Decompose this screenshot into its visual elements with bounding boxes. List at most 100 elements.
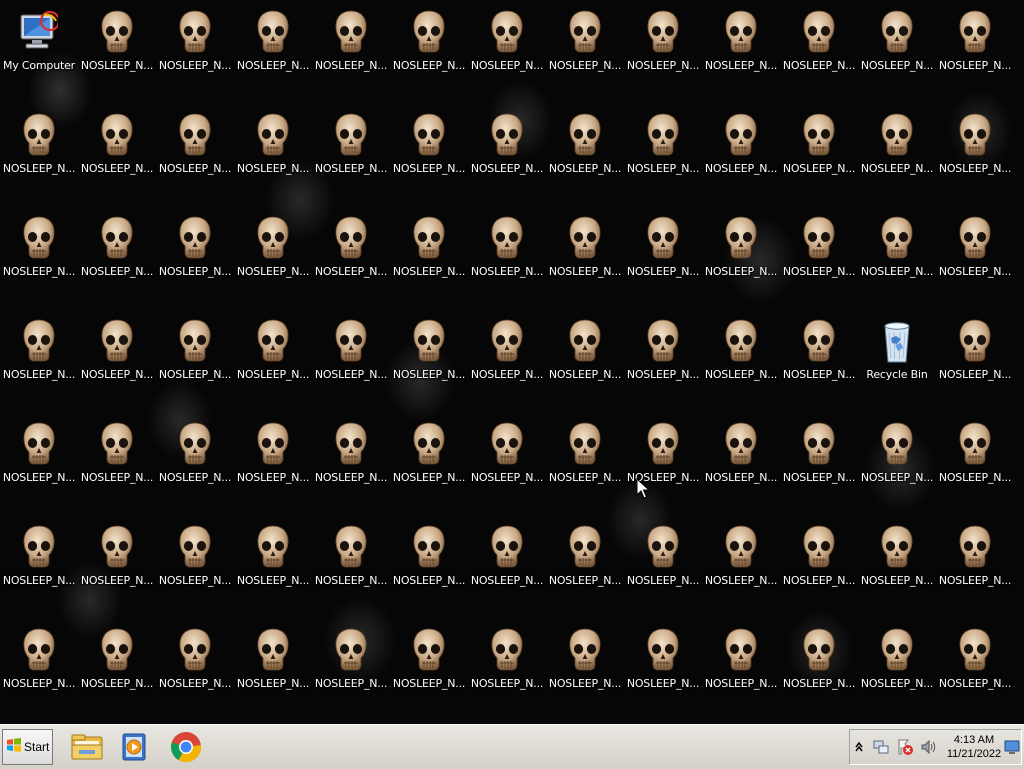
desktop-file-icon[interactable]: NOSLEEP_N...	[468, 106, 546, 196]
desktop-file-icon[interactable]: NOSLEEP_N...	[156, 518, 234, 608]
desktop-file-icon[interactable]: NOSLEEP_N...	[936, 518, 1014, 608]
desktop-file-icon[interactable]: NOSLEEP_N...	[546, 106, 624, 196]
desktop-file-icon[interactable]: NOSLEEP_N...	[234, 106, 312, 196]
desktop-file-icon[interactable]: NOSLEEP_N...	[936, 312, 1014, 402]
desktop-file-icon[interactable]: NOSLEEP_N...	[858, 209, 936, 299]
desktop-file-icon[interactable]: NOSLEEP_N...	[624, 209, 702, 299]
desktop-file-icon[interactable]: NOSLEEP_N...	[468, 415, 546, 505]
desktop-file-icon[interactable]: NOSLEEP_N...	[780, 312, 858, 402]
desktop-file-icon[interactable]: NOSLEEP_N...	[546, 312, 624, 402]
desktop-file-icon[interactable]: NOSLEEP_N...	[390, 106, 468, 196]
desktop-file-icon[interactable]: NOSLEEP_N...	[468, 312, 546, 402]
desktop-file-icon[interactable]: NOSLEEP_N...	[702, 209, 780, 299]
desktop-file-icon[interactable]: NOSLEEP_N...	[546, 621, 624, 711]
desktop-file-icon[interactable]: NOSLEEP_N...	[780, 518, 858, 608]
taskbar-file-explorer[interactable]	[69, 730, 105, 764]
desktop-file-icon[interactable]: NOSLEEP_N...	[0, 415, 78, 505]
desktop[interactable]: My Computer NOSLEEP_N... NOSLEEP_N... NOSLE…	[0, 0, 1024, 724]
desktop-file-icon[interactable]: NOSLEEP_N...	[702, 621, 780, 711]
desktop-file-icon[interactable]: NOSLEEP_N...	[780, 621, 858, 711]
desktop-file-icon[interactable]: NOSLEEP_N...	[0, 106, 78, 196]
desktop-file-icon[interactable]: NOSLEEP_N...	[0, 312, 78, 402]
desktop-file-icon[interactable]: NOSLEEP_N...	[468, 621, 546, 711]
desktop-icon-recycle-bin[interactable]: Recycle Bin	[858, 312, 936, 402]
taskbar-chrome[interactable]	[168, 730, 204, 764]
desktop-file-icon[interactable]: NOSLEEP_N...	[702, 3, 780, 93]
desktop-file-icon[interactable]: NOSLEEP_N...	[702, 106, 780, 196]
show-desktop-icon[interactable]	[1004, 739, 1022, 757]
desktop-file-icon[interactable]: NOSLEEP_N...	[156, 3, 234, 93]
desktop-file-icon[interactable]: NOSLEEP_N...	[156, 312, 234, 402]
desktop-file-icon[interactable]: NOSLEEP_N...	[624, 621, 702, 711]
desktop-file-icon[interactable]: NOSLEEP_N...	[702, 312, 780, 402]
desktop-file-icon[interactable]: NOSLEEP_N...	[78, 415, 156, 505]
desktop-file-icon[interactable]: NOSLEEP_N...	[234, 518, 312, 608]
clock-date[interactable]: 11/21/2022	[943, 748, 1005, 760]
desktop-file-icon[interactable]: NOSLEEP_N...	[624, 518, 702, 608]
desktop-file-icon[interactable]: NOSLEEP_N...	[624, 106, 702, 196]
desktop-file-icon[interactable]: NOSLEEP_N...	[0, 518, 78, 608]
desktop-file-icon[interactable]: NOSLEEP_N...	[0, 209, 78, 299]
desktop-file-icon[interactable]: NOSLEEP_N...	[546, 209, 624, 299]
desktop-file-icon[interactable]: NOSLEEP_N...	[858, 3, 936, 93]
desktop-file-icon[interactable]: NOSLEEP_N...	[156, 209, 234, 299]
desktop-file-icon[interactable]: NOSLEEP_N...	[156, 415, 234, 505]
desktop-file-icon[interactable]: NOSLEEP_N...	[546, 3, 624, 93]
desktop-file-icon[interactable]: NOSLEEP_N...	[234, 209, 312, 299]
desktop-file-icon[interactable]: NOSLEEP_N...	[78, 3, 156, 93]
volume-icon[interactable]	[920, 738, 938, 756]
desktop-file-icon[interactable]: NOSLEEP_N...	[312, 518, 390, 608]
desktop-file-icon[interactable]: NOSLEEP_N...	[624, 3, 702, 93]
desktop-file-icon[interactable]: NOSLEEP_N...	[780, 415, 858, 505]
desktop-file-icon[interactable]: NOSLEEP_N...	[312, 415, 390, 505]
desktop-file-icon[interactable]: NOSLEEP_N...	[312, 106, 390, 196]
desktop-file-icon[interactable]: NOSLEEP_N...	[936, 3, 1014, 93]
desktop-file-icon[interactable]: NOSLEEP_N...	[936, 415, 1014, 505]
desktop-file-icon[interactable]: NOSLEEP_N...	[78, 209, 156, 299]
desktop-file-icon[interactable]: NOSLEEP_N...	[468, 3, 546, 93]
desktop-file-icon[interactable]: NOSLEEP_N...	[780, 106, 858, 196]
desktop-file-icon[interactable]: NOSLEEP_N...	[858, 106, 936, 196]
desktop-file-icon[interactable]: NOSLEEP_N...	[936, 209, 1014, 299]
desktop-file-icon[interactable]: NOSLEEP_N...	[234, 3, 312, 93]
desktop-file-icon[interactable]: NOSLEEP_N...	[312, 621, 390, 711]
start-button[interactable]: Start	[2, 729, 53, 765]
desktop-file-icon[interactable]: NOSLEEP_N...	[234, 415, 312, 505]
desktop-file-icon[interactable]: NOSLEEP_N...	[858, 415, 936, 505]
taskbar-media-player[interactable]	[117, 730, 153, 764]
desktop-file-icon[interactable]: NOSLEEP_N...	[780, 3, 858, 93]
clock-time[interactable]: 4:13 AM	[943, 734, 1005, 746]
desktop-file-icon[interactable]: NOSLEEP_N...	[936, 106, 1014, 196]
desktop-file-icon[interactable]: NOSLEEP_N...	[390, 621, 468, 711]
desktop-file-icon[interactable]: NOSLEEP_N...	[858, 621, 936, 711]
desktop-file-icon[interactable]: NOSLEEP_N...	[624, 312, 702, 402]
desktop-file-icon[interactable]: NOSLEEP_N...	[780, 209, 858, 299]
desktop-file-icon[interactable]: NOSLEEP_N...	[936, 621, 1014, 711]
desktop-file-icon[interactable]: NOSLEEP_N...	[390, 518, 468, 608]
desktop-file-icon[interactable]: NOSLEEP_N...	[702, 518, 780, 608]
show-hidden-icons-chevron[interactable]	[854, 738, 872, 756]
desktop-file-icon[interactable]: NOSLEEP_N...	[234, 312, 312, 402]
desktop-file-icon[interactable]: NOSLEEP_N...	[468, 518, 546, 608]
desktop-file-icon[interactable]: NOSLEEP_N...	[156, 106, 234, 196]
desktop-file-icon[interactable]: NOSLEEP_N...	[390, 415, 468, 505]
desktop-file-icon[interactable]: NOSLEEP_N...	[156, 621, 234, 711]
desktop-file-icon[interactable]: NOSLEEP_N...	[78, 518, 156, 608]
action-center-icon[interactable]	[896, 738, 914, 756]
desktop-file-icon[interactable]: NOSLEEP_N...	[312, 312, 390, 402]
desktop-file-icon[interactable]: NOSLEEP_N...	[546, 415, 624, 505]
desktop-file-icon[interactable]: NOSLEEP_N...	[78, 106, 156, 196]
desktop-file-icon[interactable]: NOSLEEP_N...	[0, 621, 78, 711]
desktop-file-icon[interactable]: NOSLEEP_N...	[546, 518, 624, 608]
desktop-file-icon[interactable]: NOSLEEP_N...	[312, 209, 390, 299]
desktop-file-icon[interactable]: NOSLEEP_N...	[78, 312, 156, 402]
network-icon[interactable]	[872, 738, 890, 756]
desktop-file-icon[interactable]: NOSLEEP_N...	[234, 621, 312, 711]
desktop-file-icon[interactable]: NOSLEEP_N...	[312, 3, 390, 93]
desktop-file-icon[interactable]: NOSLEEP_N...	[390, 209, 468, 299]
desktop-file-icon[interactable]: NOSLEEP_N...	[468, 209, 546, 299]
desktop-file-icon[interactable]: NOSLEEP_N...	[390, 312, 468, 402]
desktop-file-icon[interactable]: NOSLEEP_N...	[702, 415, 780, 505]
desktop-file-icon[interactable]: NOSLEEP_N...	[858, 518, 936, 608]
desktop-file-icon[interactable]: NOSLEEP_N...	[78, 621, 156, 711]
